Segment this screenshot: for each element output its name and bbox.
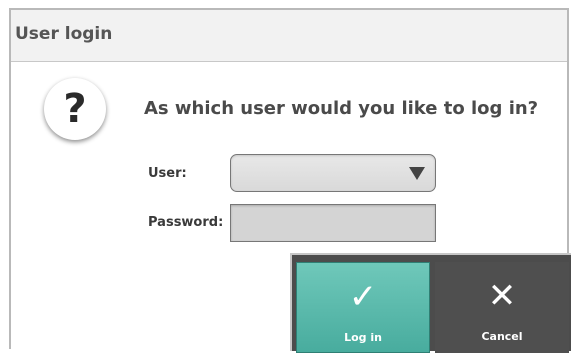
checkmark-icon: ✓ bbox=[348, 277, 378, 317]
cancel-button[interactable]: ✕ Cancel bbox=[435, 262, 569, 353]
close-icon: ✕ bbox=[487, 276, 517, 316]
dropdown-arrow-icon[interactable] bbox=[409, 167, 425, 180]
question-mark-icon: ? bbox=[44, 78, 106, 140]
login-dialog: User login ? As which user would you lik… bbox=[9, 8, 571, 353]
cancel-button-label: Cancel bbox=[481, 330, 523, 343]
password-field[interactable] bbox=[230, 204, 436, 242]
login-button[interactable]: ✓ Log in bbox=[296, 262, 430, 353]
prompt-text: As which user would you like to log in? bbox=[144, 98, 539, 119]
button-panel: ✓ Log in ✕ Cancel bbox=[290, 253, 571, 353]
password-label: Password: bbox=[148, 215, 224, 230]
user-select[interactable] bbox=[230, 154, 436, 192]
dialog-titlebar: User login bbox=[11, 10, 567, 62]
login-button-label: Log in bbox=[344, 331, 382, 344]
dialog-title: User login bbox=[15, 24, 113, 44]
user-label: User: bbox=[148, 166, 187, 181]
